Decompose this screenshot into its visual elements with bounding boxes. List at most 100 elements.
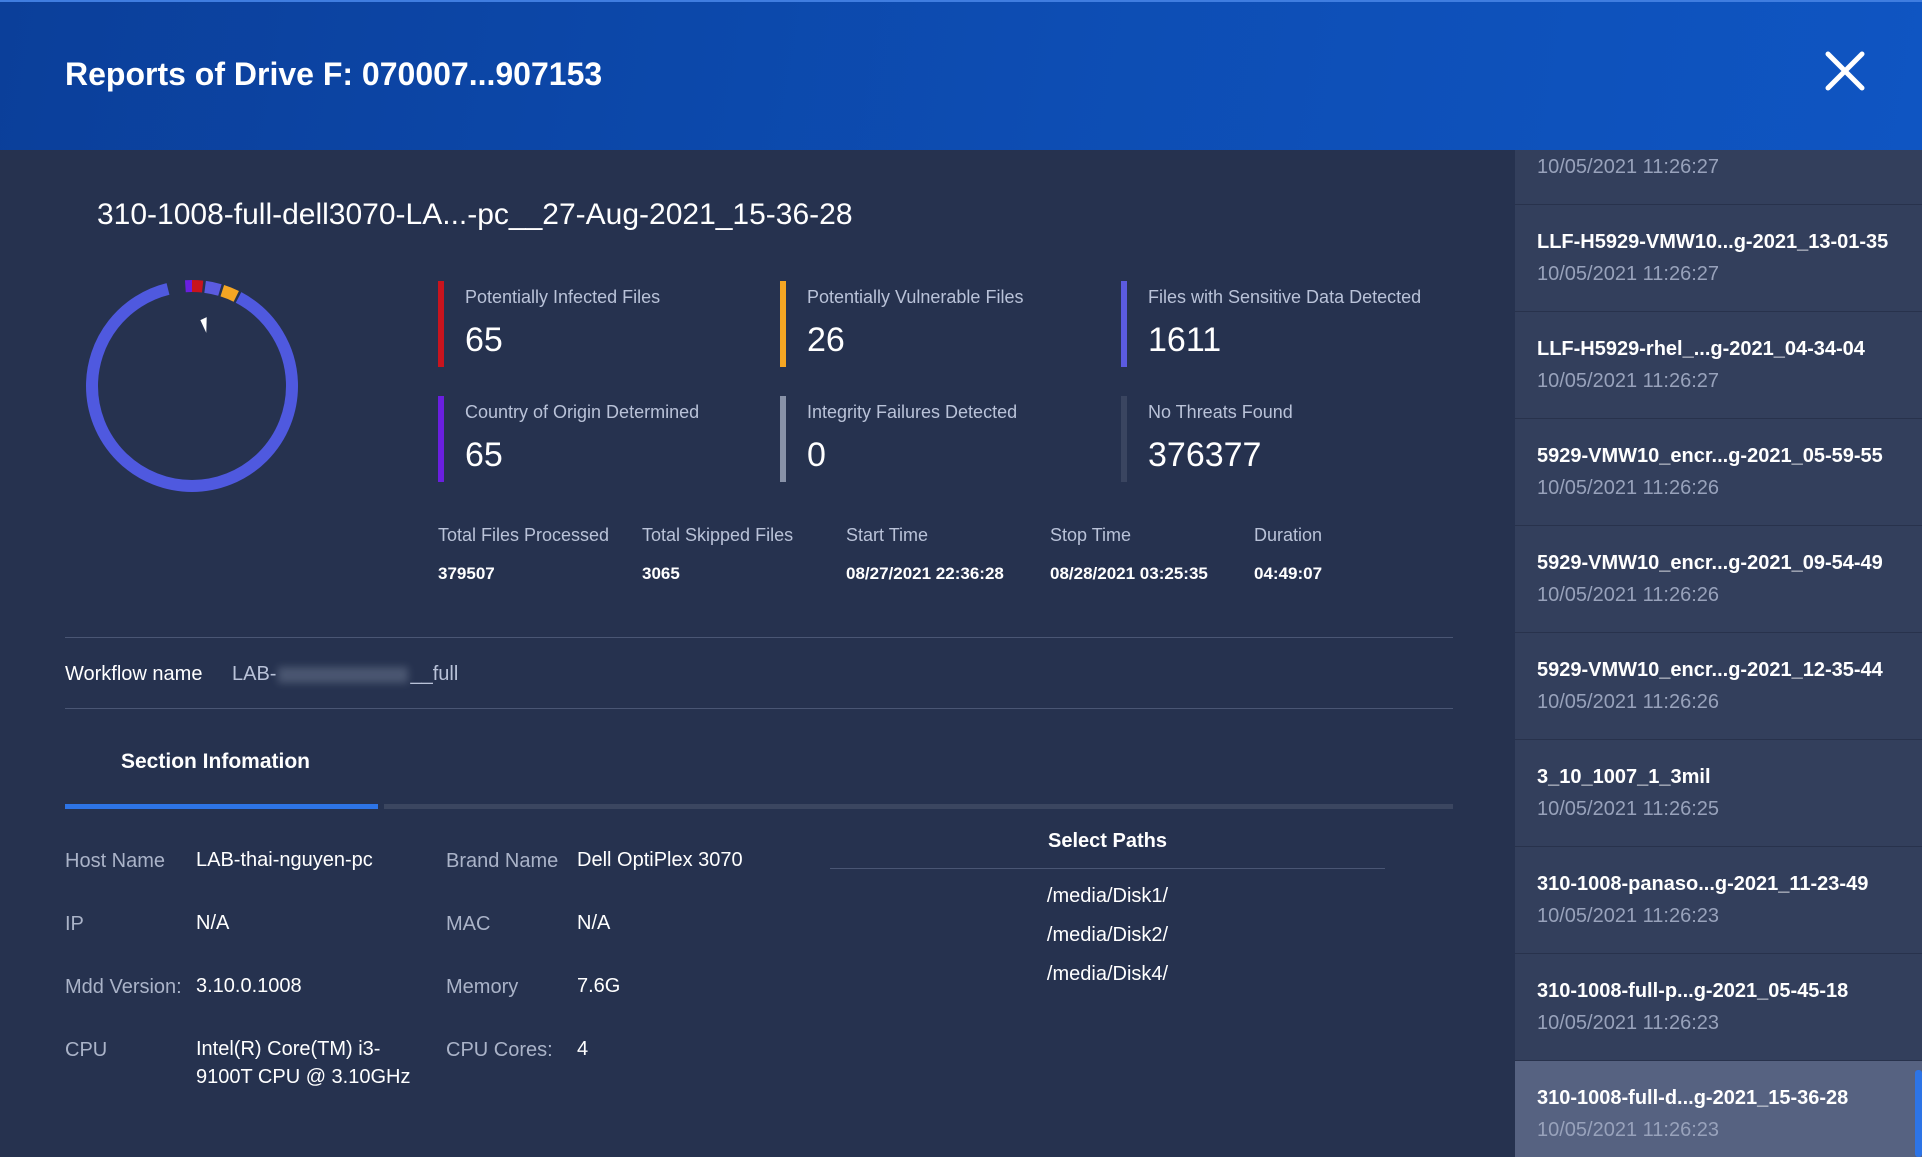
meta-value: 379507 (438, 564, 495, 583)
report-time: 10/05/2021 11:26:23 (1537, 1119, 1720, 1141)
report-name: 310-1008-full-p...g-2021_05-45-18 (1537, 980, 1849, 1002)
meta-value: 04:49:07 (1254, 564, 1323, 583)
list-item[interactable]: LLF-H5929-rhel_...g-2021_04-34-04 10/05/… (1515, 312, 1922, 419)
meta-start-time: Start Time 08/27/2021 22:36:28 (846, 525, 1046, 584)
dialog-title: Reports of Drive F: 070007...907153 (65, 56, 603, 92)
stat-label: Potentially Infected Files (465, 287, 661, 307)
report-time: 10/05/2021 11:26:25 (1537, 798, 1720, 820)
report-name: LLF-H5929-VMW10...g-2021_13-01-35 (1537, 231, 1889, 253)
meta-value: 08/28/2021 03:25:35 (1050, 564, 1208, 583)
ip-value: N/A (196, 912, 230, 934)
report-name: 5929-VMW10_encr...g-2021_05-59-55 (1537, 445, 1883, 467)
stat-value: 65 (465, 436, 503, 474)
stat-vulnerable: Potentially Vulnerable Files 26 (780, 281, 1090, 367)
meta-label: Stop Time (1050, 525, 1132, 545)
stat-color-bar (780, 281, 786, 367)
list-item[interactable]: 310-1008-panaso...g-2021_11-23-49 10/05/… (1515, 847, 1922, 954)
stat-color-bar (1121, 396, 1127, 482)
stat-label: Potentially Vulnerable Files (807, 287, 1024, 307)
mdd-version-value: 3.10.0.1008 (196, 975, 302, 997)
tab-active-indicator (65, 804, 378, 809)
list-item[interactable]: 3_10_1007_1_3mil 10/05/2021 11:26:25 (1515, 740, 1922, 847)
tab-track (384, 804, 1453, 809)
report-name: 5929-VMW10_encr...g-2021_12-35-44 (1537, 659, 1883, 681)
list-item[interactable]: 310-1008-full-p...g-2021_05-45-18 10/05/… (1515, 954, 1922, 1061)
meta-stop-time: Stop Time 08/28/2021 03:25:35 (1050, 525, 1250, 584)
divider (830, 868, 1385, 869)
dialog-header: Reports of Drive F: 070007...907153 (0, 0, 1922, 150)
report-title: 310-1008-full-dell3070-LA...-pc__27-Aug-… (97, 198, 853, 231)
stat-color-bar (438, 396, 444, 482)
mac-label: MAC (446, 913, 491, 935)
report-time: 10/05/2021 11:26:27 (1537, 156, 1720, 178)
donut-segment (86, 280, 298, 492)
workflow-value-suffix: __full (410, 663, 459, 685)
stat-label: Country of Origin Determined (465, 402, 700, 422)
stat-value: 65 (465, 321, 503, 359)
meta-skipped-files: Total Skipped Files 3065 (642, 525, 842, 584)
stat-no-threats: No Threats Found 376377 (1121, 396, 1431, 482)
mdd-version-label: Mdd Version: (65, 976, 182, 998)
cpu-cores-label: CPU Cores: (446, 1039, 553, 1061)
host-name-value: LAB-thai-nguyen-pc (196, 849, 373, 871)
stat-color-bar (438, 281, 444, 367)
close-icon (1825, 51, 1865, 91)
mac-value: N/A (577, 912, 611, 934)
list-item-selected[interactable]: 310-1008-full-d...g-2021_15-36-28 10/05/… (1515, 1061, 1922, 1157)
report-name: 310-1008-full-d...g-2021_15-36-28 (1537, 1087, 1849, 1109)
report-time: 10/05/2021 11:26:26 (1537, 691, 1720, 713)
close-button[interactable] (1820, 46, 1870, 96)
stat-country-of-origin: Country of Origin Determined 65 (438, 396, 748, 482)
stat-value: 1611 (1148, 321, 1222, 359)
brand-name-label: Brand Name (446, 850, 559, 872)
brand-name-value: Dell OptiPlex 3070 (577, 849, 743, 871)
list-item[interactable]: 5929-VMW10_encr...g-2021_05-59-55 10/05/… (1515, 419, 1922, 526)
list-item[interactable]: 5929-VMW10_encr...g-2021_12-35-44 10/05/… (1515, 633, 1922, 740)
workflow-value-prefix: LAB- (232, 663, 277, 685)
meta-total-files: Total Files Processed 379507 (438, 525, 638, 584)
host-name-label: Host Name (65, 850, 166, 872)
meta-value: 08/27/2021 22:36:28 (846, 564, 1004, 583)
meta-label: Total Files Processed (438, 525, 610, 545)
divider (65, 637, 1453, 638)
report-time: 10/05/2021 11:26:27 (1537, 370, 1720, 392)
report-name: 5929-VMW10_encr...g-2021_09-54-49 (1537, 552, 1883, 574)
path-item: /media/Disk1/ (1046, 885, 1169, 907)
report-time: 10/05/2021 11:26:23 (1537, 905, 1720, 927)
stat-label: Files with Sensitive Data Detected (1148, 287, 1422, 307)
stat-value: 26 (807, 321, 845, 359)
redacted-text (278, 666, 409, 683)
list-item[interactable]: LLF-H5929-VMW10...g-2021_13-01-35 10/05/… (1515, 205, 1922, 312)
memory-value: 7.6G (577, 975, 621, 997)
list-item[interactable]: 5929-VMW10_encr...g-2021_09-54-49 10/05/… (1515, 526, 1922, 633)
workflow-label: Workflow name (65, 663, 203, 685)
stat-infected: Potentially Infected Files 65 (438, 281, 748, 367)
report-time: 10/05/2021 11:26:26 (1537, 584, 1720, 606)
workflow-value: LAB- __full (232, 663, 458, 686)
tab-section-information[interactable]: Section Infomation (121, 750, 310, 774)
path-item: /media/Disk4/ (1046, 963, 1169, 985)
report-list-sidebar[interactable]: 10/05/2021 11:26:27 LLF-H5929-VMW10...g-… (1515, 150, 1922, 1157)
stat-value: 376377 (1148, 436, 1262, 474)
stat-color-bar (1121, 281, 1127, 367)
select-paths-title: Select Paths (1048, 830, 1167, 852)
stat-value: 0 (807, 436, 826, 474)
meta-duration: Duration 04:49:07 (1254, 525, 1454, 584)
meta-label: Start Time (846, 525, 929, 545)
report-name: 310-1008-panaso...g-2021_11-23-49 (1537, 873, 1869, 895)
path-item: /media/Disk2/ (1046, 924, 1169, 946)
stat-integrity-failures: Integrity Failures Detected 0 (780, 396, 1090, 482)
meta-label: Duration (1254, 525, 1323, 545)
stat-label: No Threats Found (1148, 402, 1293, 422)
ip-label: IP (65, 913, 84, 935)
scrollbar-thumb[interactable] (1915, 1070, 1922, 1157)
report-name: LLF-H5929-rhel_...g-2021_04-34-04 (1537, 338, 1865, 360)
stat-label: Integrity Failures Detected (807, 402, 1018, 422)
divider (65, 708, 1453, 709)
list-item[interactable]: 10/05/2021 11:26:27 (1515, 150, 1922, 205)
report-time: 10/05/2021 11:26:27 (1537, 263, 1720, 285)
cpu-value: Intel(R) Core(TM) i3-9100T CPU @ 3.10GHz (196, 1038, 411, 1088)
meta-value: 3065 (642, 564, 680, 583)
report-detail-panel: 310-1008-full-dell3070-LA...-pc__27-Aug-… (0, 150, 1515, 1157)
stat-color-bar (780, 396, 786, 482)
